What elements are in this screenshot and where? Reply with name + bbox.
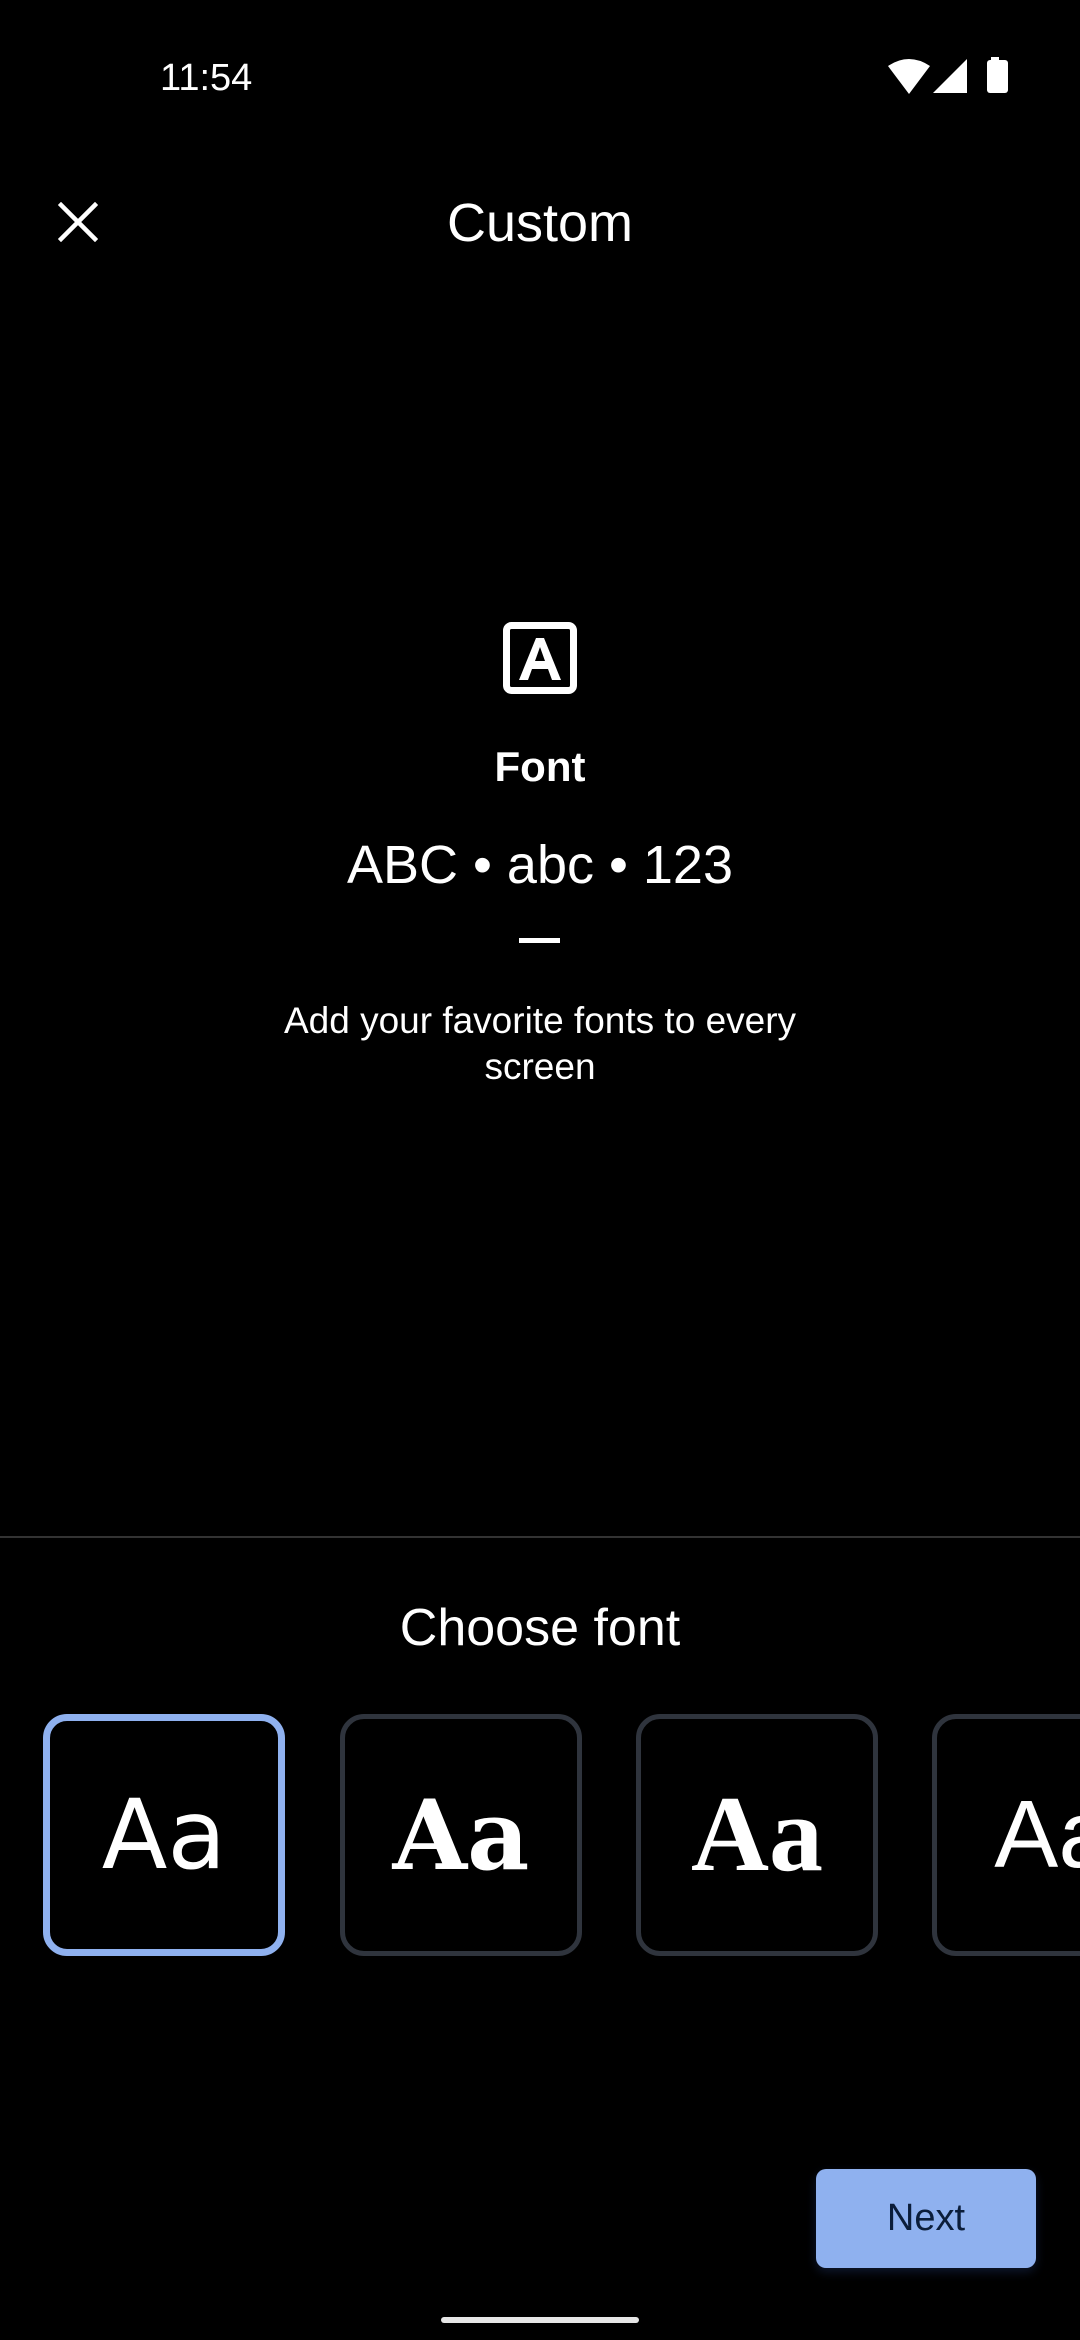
font-option-label: Aa (101, 1779, 227, 1891)
divider-dash (519, 938, 560, 943)
battery-icon (987, 57, 1008, 93)
page-title: Custom (446, 193, 634, 253)
section-divider (0, 1536, 1080, 1538)
font-option-3[interactable]: Aa (636, 1714, 878, 1956)
font-option-label: Aa (691, 1775, 823, 1894)
status-icons (888, 57, 1008, 94)
font-option-label: Aa (392, 1778, 530, 1892)
next-button[interactable]: Next (816, 2169, 1036, 2268)
font-options-carousel[interactable]: Aa Aa Aa Aa (0, 1714, 1080, 1956)
font-icon (503, 622, 577, 694)
font-label: Font (494, 743, 586, 790)
font-option-label: Aa (994, 1781, 1080, 1888)
wifi-icon (888, 59, 930, 94)
font-description: Add your favorite fonts to every screen (283, 1000, 797, 1087)
status-time: 11:54 (160, 57, 253, 99)
font-sample-text: ABC • abc • 123 (346, 835, 733, 895)
font-option-2[interactable]: Aa (340, 1714, 582, 1956)
signal-icon (933, 59, 967, 93)
choose-font-title: Choose font (399, 1599, 681, 1657)
font-option-1[interactable]: Aa (43, 1714, 285, 1956)
gesture-nav-handle[interactable] (441, 2317, 639, 2323)
font-option-4[interactable]: Aa (932, 1714, 1080, 1956)
